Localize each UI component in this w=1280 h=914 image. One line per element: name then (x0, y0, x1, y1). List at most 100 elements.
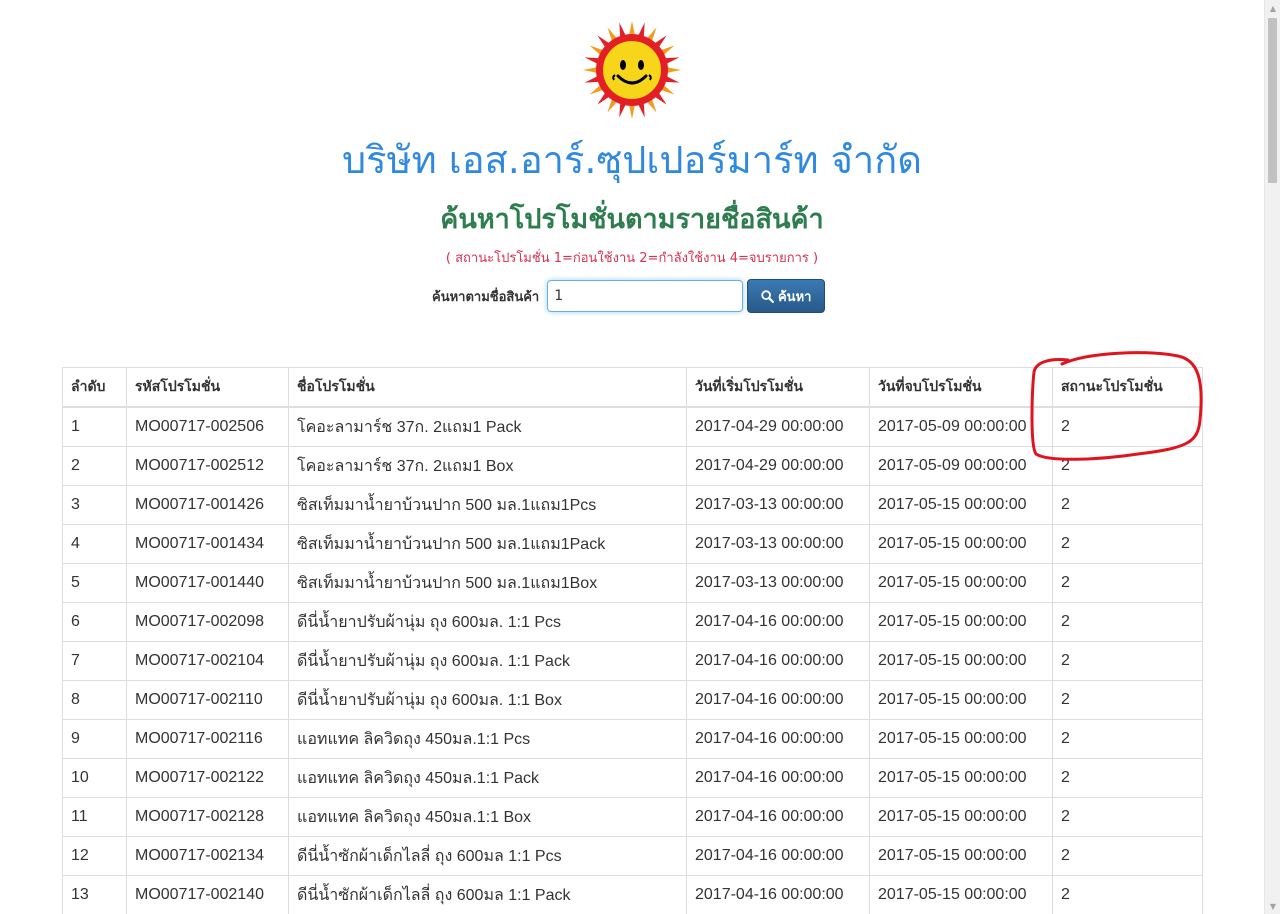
status-legend-note: ( สถานะโปรโมชั่น 1=ก่อนใช้งาน 2=กำลังใช้… (445, 251, 819, 266)
end-date-cell: 2017-05-15 00:00:00 (869, 602, 1053, 642)
column-header-promo-name: ชื่อโปรโมชั่น (288, 367, 687, 408)
start-date-cell: 2017-04-16 00:00:00 (686, 797, 870, 837)
table-row: 9 MO00717-002116 แอทแทค ลิควิดถุง 450มล.1:… (62, 719, 1203, 759)
status-cell: 2 (1052, 563, 1203, 603)
promo-code-cell: MO00717-002128 (126, 797, 289, 837)
search-input[interactable] (547, 280, 744, 312)
end-date-cell: 2017-05-15 00:00:00 (869, 485, 1053, 525)
order-cell: 13 (62, 875, 127, 914)
promo-code-cell: MO00717-002104 (126, 641, 289, 681)
status-cell: 2 (1052, 406, 1203, 447)
table-row: 3 MO00717-001426 ซิสเท็มมาน้ำยาบ้วนปาก 500… (62, 485, 1203, 525)
order-cell: 8 (62, 680, 127, 720)
start-date-cell: 2017-03-13 00:00:00 (686, 485, 870, 525)
promo-name-cell: แอทแทค ลิควิดถุง 450มล.1:1 Pack (288, 758, 687, 798)
table-row: 1 MO00717-002506 โคอะลามาร์ช 37ก. 2แถม1 Pa… (62, 406, 1203, 447)
column-header-end-date: วันที่จบโปรโมชั่น (869, 367, 1053, 408)
end-date-cell: 2017-05-15 00:00:00 (869, 836, 1053, 876)
page: บริษัท เอส.อาร์.ซุปเปอร์มาร์ท จำกัด ค้นห… (0, 0, 1264, 914)
promo-name-cell: โคอะลามาร์ช 37ก. 2แถม1 Box (288, 446, 687, 486)
column-header-start-date: วันที่เริ่มโปรโมชั่น (686, 367, 870, 408)
end-date-cell: 2017-05-09 00:00:00 (869, 406, 1053, 447)
status-cell: 2 (1052, 836, 1203, 876)
promo-code-cell: MO00717-002140 (126, 875, 289, 914)
promo-name-cell: ดีนี่น้ำซักผ้าเด็กไลลี่ ถุง 600มล 1:1 Pc… (288, 836, 687, 876)
order-cell: 10 (62, 758, 127, 798)
end-date-cell: 2017-05-15 00:00:00 (869, 524, 1053, 564)
promo-code-cell: MO00717-002512 (126, 446, 289, 486)
status-cell: 2 (1052, 758, 1203, 798)
end-date-cell: 2017-05-15 00:00:00 (869, 563, 1053, 603)
order-cell: 7 (62, 641, 127, 681)
scroll-up-arrow-icon[interactable]: ▲ (1265, 0, 1280, 16)
status-cell: 2 (1052, 602, 1203, 642)
start-date-cell: 2017-04-16 00:00:00 (686, 836, 870, 876)
company-name: บริษัท เอส.อาร์.ซุปเปอร์มาร์ท จำกัด (342, 138, 922, 182)
promo-code-cell: MO00717-002506 (126, 406, 289, 447)
promo-name-cell: ดีนี่น้ำยาปรับผ้านุ่ม ถุง 600มล. 1:1 Box (288, 680, 687, 720)
table-row: 7 MO00717-002104 ดีนี่น้ำยาปรับผ้านุ่ม ถุง… (62, 641, 1203, 681)
status-cell: 2 (1052, 719, 1203, 759)
promo-name-cell: ดีนี่น้ำยาปรับผ้านุ่ม ถุง 600มล. 1:1 Pac… (288, 641, 687, 681)
status-cell: 2 (1052, 875, 1203, 914)
order-cell: 9 (62, 719, 127, 759)
promotion-table: ลำดับ รหัสโปรโมชั่น ชื่อโปรโมชั่น วันที่… (62, 367, 1203, 914)
start-date-cell: 2017-04-16 00:00:00 (686, 719, 870, 759)
promo-code-cell: MO00717-002122 (126, 758, 289, 798)
promo-name-cell: แอทแทค ลิควิดถุง 450มล.1:1 Box (288, 797, 687, 837)
promo-code-cell: MO00717-001440 (126, 563, 289, 603)
table-row: 8 MO00717-002110 ดีนี่น้ำยาปรับผ้านุ่ม ถุง… (62, 680, 1203, 720)
search-button-label: ค้นหา (777, 289, 812, 305)
promo-name-cell: โคอะลามาร์ช 37ก. 2แถม1 Pack (288, 406, 687, 447)
order-cell: 1 (62, 406, 127, 447)
scroll-down-arrow-icon[interactable]: ▼ (1265, 898, 1280, 914)
order-cell: 2 (62, 446, 127, 486)
table-header-row: ลำดับ รหัสโปรโมชั่น ชื่อโปรโมชั่น วันที่… (62, 367, 1203, 408)
end-date-cell: 2017-05-15 00:00:00 (869, 719, 1053, 759)
status-cell: 2 (1052, 524, 1203, 564)
promo-name-cell: ดีนี่น้ำยาปรับผ้านุ่ม ถุง 600มล. 1:1 Pcs (288, 602, 687, 642)
table-row: 13 MO00717-002140 ดีนี่น้ำซักผ้าเด็กไลลี่ … (62, 875, 1203, 914)
promo-name-cell: ดีนี่น้ำซักผ้าเด็กไลลี่ ถุง 600มล 1:1 Pa… (288, 875, 687, 914)
table-row: 4 MO00717-001434 ซิสเท็มมาน้ำยาบ้วนปาก 500… (62, 524, 1203, 564)
end-date-cell: 2017-05-15 00:00:00 (869, 680, 1053, 720)
column-header-promo-code: รหัสโปรโมชั่น (126, 367, 289, 408)
order-cell: 11 (62, 797, 127, 837)
sun-logo-icon (583, 21, 681, 119)
promo-code-cell: MO00717-002110 (126, 680, 289, 720)
order-cell: 6 (62, 602, 127, 642)
start-date-cell: 2017-03-13 00:00:00 (686, 524, 870, 564)
start-date-cell: 2017-04-29 00:00:00 (686, 446, 870, 486)
table-row: 12 MO00717-002134 ดีนี่น้ำซักผ้าเด็กไลลี่ … (62, 836, 1203, 876)
order-cell: 5 (62, 563, 127, 603)
order-cell: 3 (62, 485, 127, 525)
status-cell: 2 (1052, 680, 1203, 720)
table-row: 5 MO00717-001440 ซิสเท็มมาน้ำยาบ้วนปาก 500… (62, 563, 1203, 603)
search-form: ค้นหาตามชื่อสินค้า ค้นหา (432, 279, 826, 313)
start-date-cell: 2017-04-29 00:00:00 (686, 406, 870, 447)
start-date-cell: 2017-04-16 00:00:00 (686, 758, 870, 798)
start-date-cell: 2017-04-16 00:00:00 (686, 641, 870, 681)
start-date-cell: 2017-04-16 00:00:00 (686, 875, 870, 914)
order-cell: 4 (62, 524, 127, 564)
promo-code-cell: MO00717-001434 (126, 524, 289, 564)
table-row: 2 MO00717-002512 โคอะลามาร์ช 37ก. 2แถม1 Bo… (62, 446, 1203, 486)
end-date-cell: 2017-05-09 00:00:00 (869, 446, 1053, 486)
table-row: 6 MO00717-002098 ดีนี่น้ำยาปรับผ้านุ่ม ถุง… (62, 602, 1203, 642)
table-row: 10 MO00717-002122 แอทแทค ลิควิดถุง 450มล.1… (62, 758, 1203, 798)
promo-name-cell: ซิสเท็มมาน้ำยาบ้วนปาก 500 มล.1แถม1Box (288, 563, 687, 603)
end-date-cell: 2017-05-15 00:00:00 (869, 641, 1053, 681)
scrollbar-thumb[interactable] (1268, 18, 1277, 183)
promo-code-cell: MO00717-002098 (126, 602, 289, 642)
vertical-scrollbar[interactable]: ▲ ▼ (1264, 0, 1280, 914)
status-cell: 2 (1052, 797, 1203, 837)
column-header-order: ลำดับ (62, 367, 127, 408)
order-cell: 12 (62, 836, 127, 876)
end-date-cell: 2017-05-15 00:00:00 (869, 875, 1053, 914)
search-label: ค้นหาตามชื่อสินค้า (432, 289, 540, 305)
search-button[interactable]: ค้นหา (747, 279, 826, 313)
start-date-cell: 2017-04-16 00:00:00 (686, 680, 870, 720)
start-date-cell: 2017-03-13 00:00:00 (686, 563, 870, 603)
end-date-cell: 2017-05-15 00:00:00 (869, 758, 1053, 798)
column-header-status: สถานะโปรโมชั่น (1052, 367, 1203, 408)
